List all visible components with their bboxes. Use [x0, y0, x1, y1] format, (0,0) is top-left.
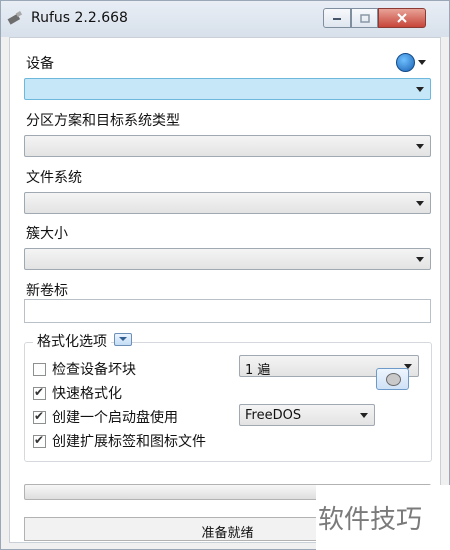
globe-icon[interactable]	[396, 53, 415, 72]
cluster-size-label: 簇大小	[26, 226, 68, 242]
format-options-title: 格式化选项	[33, 331, 111, 351]
chevron-down-icon	[360, 413, 368, 418]
watermark-text: 软件技巧	[318, 505, 423, 535]
extended-label-text: 创建扩展标签和图标文件	[52, 434, 206, 450]
check-bad-blocks-checkbox[interactable]	[33, 362, 46, 376]
filesystem-label: 文件系统	[26, 170, 82, 186]
minimize-button[interactable]	[323, 8, 351, 28]
extended-label-checkbox[interactable]	[33, 433, 46, 448]
main-panel: 设备 分区方案和目标系统类型 文件系统 簇大小 新卷标 格式化选项 检查设备坏块	[9, 37, 441, 543]
boot-type-select[interactable]: FreeDOS	[239, 404, 375, 426]
extended-label-row[interactable]: 创建扩展标签和图标文件	[33, 431, 206, 451]
create-bootable-checkbox[interactable]	[33, 409, 46, 424]
partition-label: 分区方案和目标系统类型	[26, 113, 180, 129]
watermark: 软件技巧	[316, 485, 450, 550]
rufus-window: Rufus 2.2.668 设备 分区方案和目标系统类型 文件系统 簇大小 新卷…	[0, 0, 450, 550]
close-button[interactable]	[378, 8, 426, 28]
quick-format-checkbox[interactable]	[33, 385, 46, 400]
chevron-down-icon	[416, 87, 424, 92]
volume-label-label: 新卷标	[26, 283, 68, 299]
device-label: 设备	[26, 56, 54, 72]
passes-value: 1 遍	[245, 363, 271, 378]
chevron-down-icon	[416, 144, 424, 149]
cluster-size-select[interactable]	[24, 248, 431, 270]
boot-type-value: FreeDOS	[245, 408, 302, 423]
disk-image-icon	[386, 373, 401, 386]
maximize-icon	[352, 9, 377, 27]
quick-format-label: 快速格式化	[52, 386, 122, 402]
check-bad-blocks-row[interactable]: 检查设备坏块	[33, 359, 136, 379]
usb-drive-icon	[7, 11, 23, 25]
device-select[interactable]	[24, 78, 431, 100]
minimize-icon	[324, 9, 350, 27]
check-bad-blocks-label: 检查设备坏块	[52, 362, 136, 378]
close-icon	[379, 9, 425, 27]
select-image-button[interactable]	[376, 368, 409, 390]
filesystem-select[interactable]	[24, 192, 431, 214]
quick-format-row[interactable]: 快速格式化	[33, 383, 122, 403]
chevron-down-icon	[119, 337, 127, 341]
chevron-down-icon[interactable]	[418, 60, 426, 65]
partition-scheme-select[interactable]	[24, 135, 431, 157]
volume-label-input[interactable]	[24, 299, 431, 323]
create-bootable-label: 创建一个启动盘使用	[52, 410, 178, 426]
title-bar[interactable]: Rufus 2.2.668	[1, 1, 449, 37]
window-title: Rufus 2.2.668	[31, 10, 128, 26]
maximize-button[interactable]	[351, 8, 378, 28]
chevron-down-icon	[416, 257, 424, 262]
expand-options-toggle[interactable]	[114, 333, 132, 346]
chevron-down-icon	[416, 201, 424, 206]
create-bootable-row[interactable]: 创建一个启动盘使用	[33, 407, 178, 427]
